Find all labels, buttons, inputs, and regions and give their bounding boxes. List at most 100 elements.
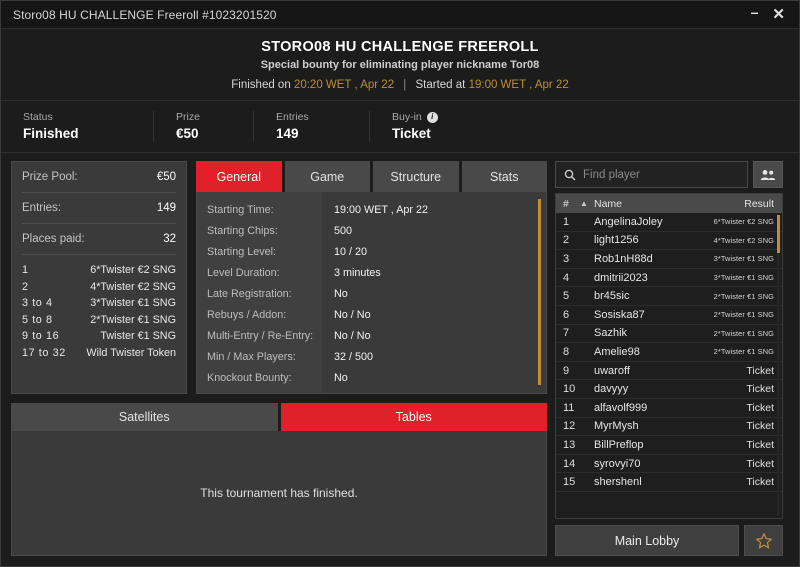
- table-row[interactable]: 13 BillPreflop Ticket: [556, 436, 782, 455]
- sort-ascending-icon[interactable]: ▲: [580, 199, 594, 208]
- started-label: Started at: [415, 79, 466, 91]
- player-name: Sosiska87: [594, 308, 645, 321]
- players-toggle-button[interactable]: [753, 161, 783, 188]
- player-name: light1256: [594, 234, 639, 247]
- table-row[interactable]: 12 MyrMysh Ticket: [556, 418, 782, 437]
- list-item: 1 6*Twister €2 SNG: [22, 262, 176, 279]
- players-list-body: 1 AngelinaJoley 6*Twister €2 SNG 2 light…: [556, 213, 782, 518]
- people-icon: [760, 169, 776, 180]
- detail-value: 10 / 20: [334, 246, 368, 258]
- table-row[interactable]: 3 Rob1nH88d 3*Twister €1 SNG: [556, 250, 782, 269]
- table-row[interactable]: 14 syrovyi70 Ticket: [556, 455, 782, 474]
- player-name: dmitrii2023: [594, 271, 648, 284]
- table-row[interactable]: 2 light1256 4*Twister €2 SNG: [556, 232, 782, 251]
- players-scrollbar-thumb[interactable]: [777, 215, 780, 253]
- player-name: shershenl: [594, 476, 642, 489]
- close-icon[interactable]: ✕: [772, 7, 785, 22]
- table-row[interactable]: 10 davyyy Ticket: [556, 380, 782, 399]
- table-row[interactable]: 6 Sosiska87 2*Twister €1 SNG: [556, 306, 782, 325]
- player-rank: 7: [563, 327, 570, 340]
- search-box[interactable]: [555, 161, 748, 188]
- search-row: [555, 161, 783, 188]
- stat-entries: Entries 149: [253, 111, 369, 141]
- payout-award: Wild Twister Token: [86, 346, 176, 359]
- player-rank: 13: [563, 438, 576, 451]
- players-scrollbar[interactable]: [777, 215, 780, 516]
- detail-labels-column: Starting Time: Starting Chips: Starting …: [197, 192, 322, 393]
- payout-place: 17 to 32: [22, 346, 66, 359]
- info-icon[interactable]: i: [426, 111, 438, 123]
- player-name: alfavolf999: [594, 401, 648, 414]
- table-row[interactable]: 15 shershenl Ticket: [556, 473, 782, 492]
- player-rank: 3: [563, 252, 570, 265]
- stat-entries-value: 149: [276, 126, 299, 141]
- tournament-lobby-window: Storo08 HU CHALLENGE Freeroll #102320152…: [0, 0, 800, 567]
- player-name: MyrMysh: [594, 420, 639, 433]
- detail-label: Rebuys / Addon:: [207, 309, 287, 321]
- list-item: 9 to 16 Twister €1 SNG: [22, 328, 176, 345]
- detail-value: 19:00 WET , Apr 22: [334, 204, 429, 216]
- table-row[interactable]: 11 alfavolf999 Ticket: [556, 399, 782, 418]
- payout-list: 1 6*Twister €2 SNG 2 4*Twister €2 SNG 3 …: [22, 255, 176, 361]
- stat-status: Status Finished: [1, 111, 153, 141]
- table-row[interactable]: 4 dmitrii2023 3*Twister €1 SNG: [556, 269, 782, 288]
- main-lobby-button[interactable]: Main Lobby: [555, 525, 739, 556]
- lower-tabs: Satellites Tables: [11, 403, 547, 431]
- table-row[interactable]: 7 Sazhik 2*Twister €1 SNG: [556, 325, 782, 344]
- tab-tables[interactable]: Tables: [280, 403, 547, 431]
- detail-value: No / No: [334, 309, 371, 321]
- column-header-num[interactable]: #: [563, 198, 580, 210]
- tab-game[interactable]: Game: [284, 161, 370, 192]
- player-rank: 5: [563, 290, 570, 303]
- detail-label: Multi-Entry / Re-Entry:: [207, 330, 314, 342]
- minimize-icon[interactable]: –: [751, 5, 759, 19]
- list-item: 2 4*Twister €2 SNG: [22, 279, 176, 296]
- player-name: Sazhik: [594, 327, 628, 340]
- tab-general[interactable]: General: [196, 161, 282, 192]
- stat-status-label: Status: [23, 111, 53, 123]
- player-name: br45sic: [594, 290, 630, 303]
- player-result: 2*Twister €1 SNG: [713, 347, 774, 357]
- favorite-button[interactable]: [744, 525, 783, 556]
- player-result: 6*Twister €2 SNG: [713, 217, 774, 227]
- detail-value: 500: [334, 225, 353, 237]
- detail-value: No / No: [334, 330, 371, 342]
- table-row[interactable]: 8 Amelie98 2*Twister €1 SNG: [556, 343, 782, 362]
- search-icon: [564, 169, 576, 180]
- title-bar: Storo08 HU CHALLENGE Freeroll #102320152…: [1, 1, 799, 29]
- stat-buyin-label: Buy-in: [392, 111, 422, 123]
- details-scrollbar-thumb[interactable]: [538, 199, 541, 385]
- tab-satellites[interactable]: Satellites: [11, 403, 278, 431]
- payout-award: Twister €1 SNG: [100, 330, 176, 342]
- players-list: # ▲ Name Result 1 AngelinaJoley 6*Twiste…: [555, 193, 783, 519]
- table-row[interactable]: 5 br45sic 2*Twister €1 SNG: [556, 287, 782, 306]
- payout-award: 3*Twister €1 SNG: [90, 297, 176, 309]
- player-rank: 2: [563, 234, 570, 247]
- table-row[interactable]: 1 AngelinaJoley 6*Twister €2 SNG: [556, 213, 782, 232]
- tab-structure[interactable]: Structure: [373, 161, 459, 192]
- details-scrollbar[interactable]: [538, 199, 541, 385]
- places-paid-label: Places paid:: [22, 233, 85, 245]
- entries-row: Entries: 149: [22, 193, 176, 224]
- detail-label: Starting Chips:: [207, 225, 278, 237]
- player-name: uwaroff: [594, 364, 630, 377]
- player-name: syrovyi70: [594, 457, 641, 470]
- stats-strip: Status Finished Prize €50 Entries 149 Bu…: [1, 101, 799, 153]
- tournament-status-message: This tournament has finished.: [200, 486, 358, 500]
- player-result: Ticket: [746, 383, 774, 396]
- player-result: 4*Twister €2 SNG: [713, 235, 774, 245]
- column-header-result[interactable]: Result: [744, 198, 774, 210]
- column-header-name[interactable]: Name: [594, 198, 744, 210]
- detail-label: Starting Time:: [207, 204, 274, 216]
- tab-stats[interactable]: Stats: [461, 161, 547, 192]
- player-result: Ticket: [746, 457, 774, 470]
- player-rank: 1: [563, 215, 570, 228]
- upper-row: Prize Pool: €50 Entries: 149 Places paid…: [11, 161, 547, 394]
- search-input[interactable]: [583, 168, 739, 181]
- table-row[interactable]: 9 uwaroff Ticket: [556, 362, 782, 381]
- stat-buyin-value: Ticket: [392, 126, 431, 141]
- player-result: Ticket: [746, 420, 774, 433]
- player-result: Ticket: [746, 476, 774, 489]
- player-result: Ticket: [746, 438, 774, 451]
- detail-label: Knockout Bounty:: [207, 372, 292, 384]
